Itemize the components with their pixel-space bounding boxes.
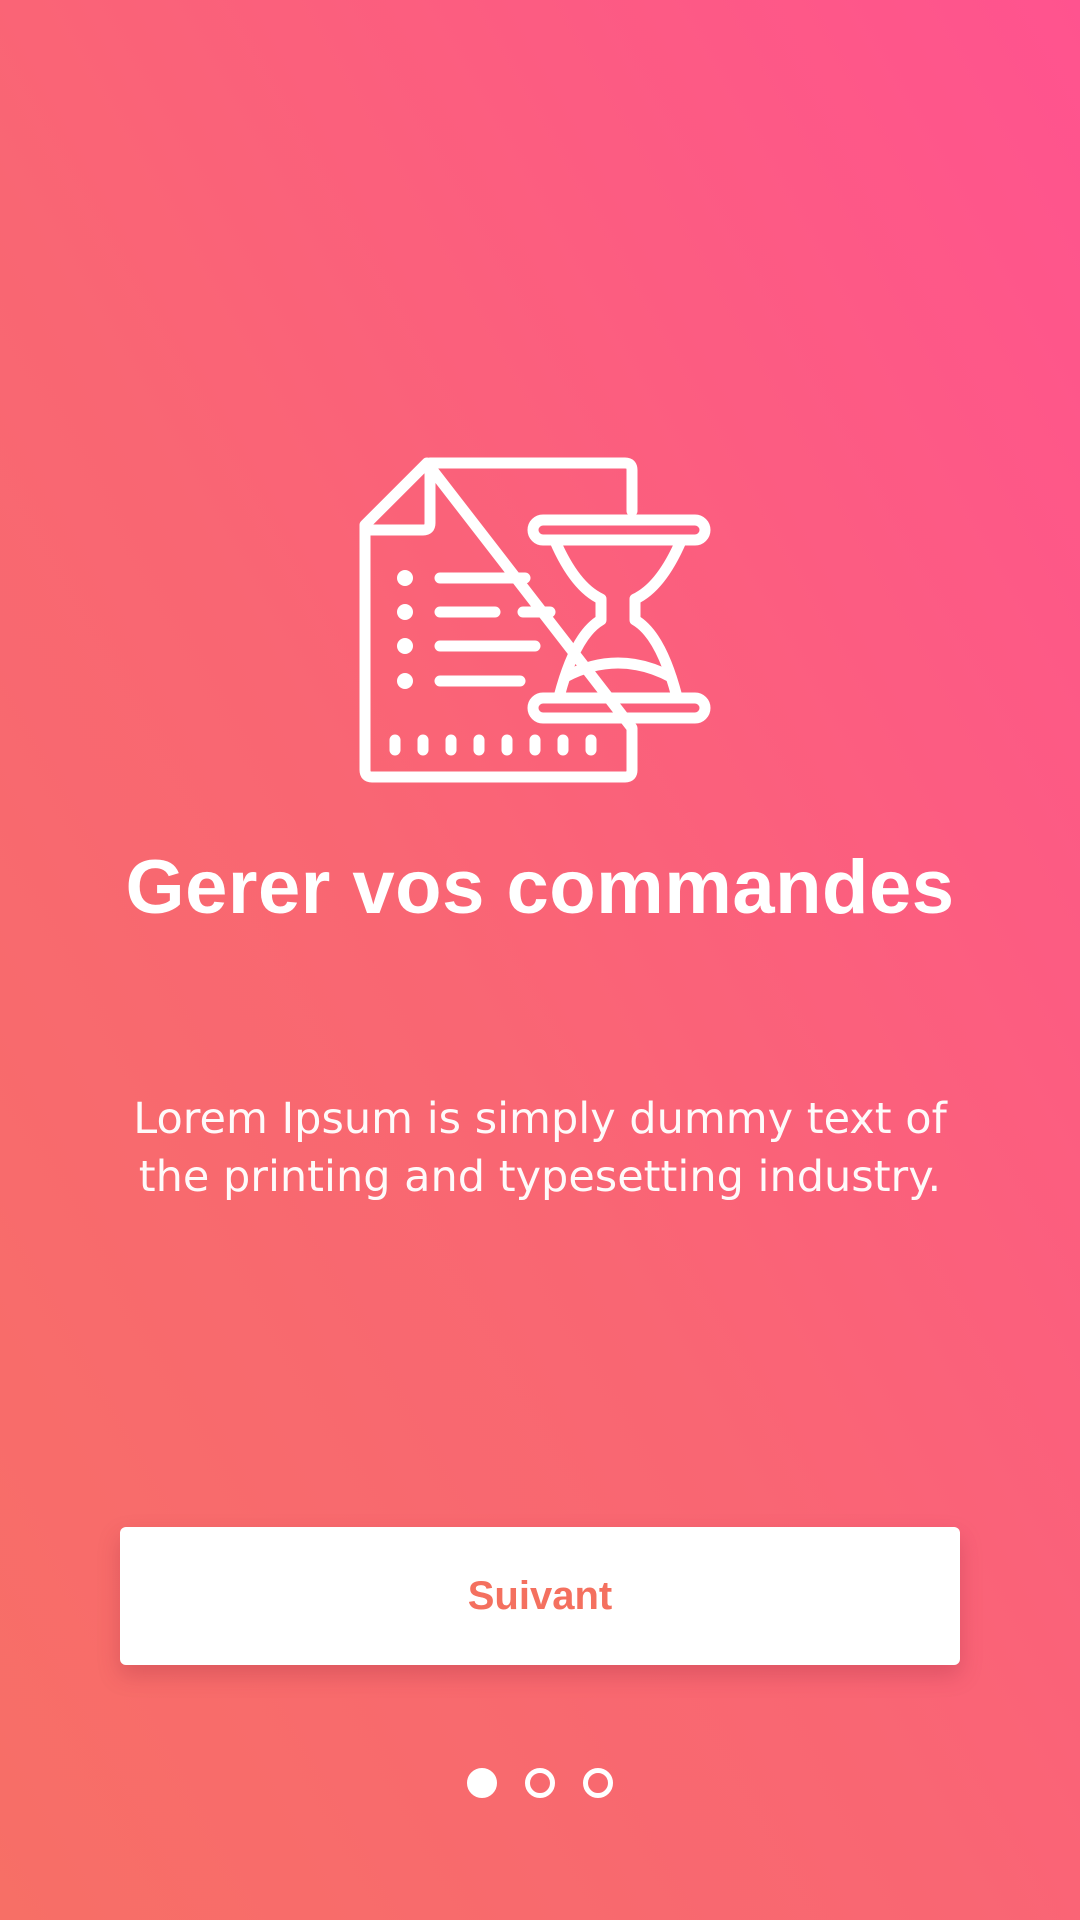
- onboarding-description: Lorem Ipsum is simply dummy text of the …: [133, 1094, 947, 1202]
- next-button[interactable]: Suivant: [120, 1527, 960, 1665]
- onboarding-screen: Gerer vos commandes Lorem Ipsum is simpl…: [0, 0, 1080, 1920]
- pagination-dot-1[interactable]: [467, 1768, 497, 1798]
- pagination-dots: [0, 1768, 1080, 1800]
- pagination-dot-3[interactable]: [583, 1768, 613, 1798]
- onboarding-title: Gerer vos commandes: [125, 845, 955, 930]
- pagination-dot-2[interactable]: [525, 1768, 555, 1798]
- document-hourglass-icon: [355, 455, 725, 790]
